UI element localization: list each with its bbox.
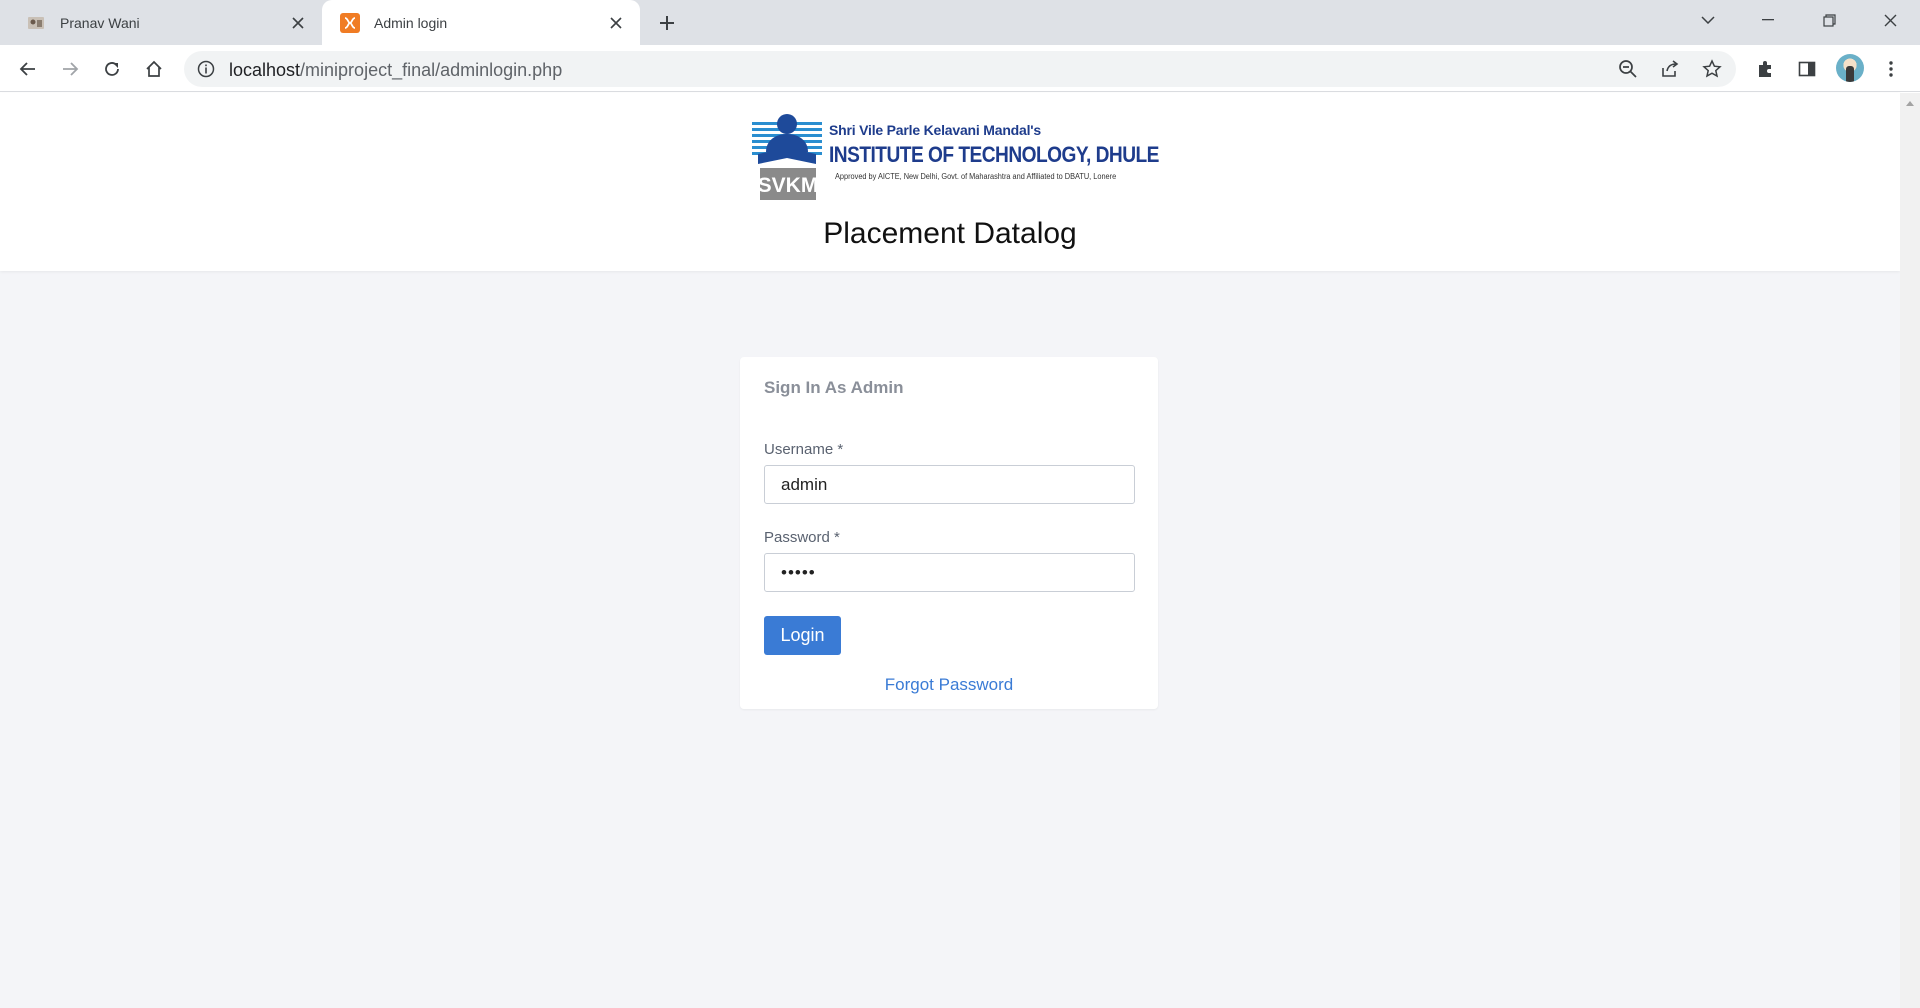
card-title: Sign In As Admin: [764, 378, 904, 397]
page-viewport: SVKM Shri Vile Parle Kelavani Mandal's I…: [0, 93, 1900, 1008]
zoom-icon[interactable]: [1617, 58, 1639, 80]
tab-strip: Pranav Wani Admin login: [0, 0, 1920, 45]
restore-icon[interactable]: [1801, 0, 1857, 40]
new-tab-icon[interactable]: [655, 11, 679, 35]
minimize-icon[interactable]: [1740, 0, 1796, 40]
tab-favicon-icon: [26, 13, 46, 33]
browser-toolbar: localhost/miniproject_final/adminlogin.p…: [0, 45, 1920, 92]
scroll-up-arrow-icon[interactable]: [1906, 101, 1914, 106]
close-tab-icon[interactable]: [288, 13, 308, 33]
vertical-scrollbar[interactable]: [1900, 93, 1920, 1008]
page-title: Placement Datalog: [823, 217, 1077, 250]
login-button[interactable]: Login: [764, 616, 841, 655]
password-label-text: Password: [764, 529, 830, 546]
admin-login-card: Sign In As Admin Username * admin Passwo…: [740, 357, 1158, 709]
side-panel-icon[interactable]: [1793, 55, 1821, 83]
org-name: Shri Vile Parle Kelavani Mandal's: [829, 122, 1042, 138]
institute-logo: SVKM Shri Vile Parle Kelavani Mandal's I…: [752, 106, 1159, 202]
tab-search-icon[interactable]: [1680, 0, 1736, 40]
profile-avatar[interactable]: [1836, 54, 1864, 82]
svkm-emblem-icon: SVKM: [752, 114, 822, 200]
extensions-icon[interactable]: [1751, 55, 1779, 83]
menu-kebab-icon[interactable]: [1877, 55, 1905, 83]
site-info-icon[interactable]: [196, 59, 216, 79]
address-bar[interactable]: localhost/miniproject_final/adminlogin.p…: [184, 51, 1736, 87]
forward-icon[interactable]: [56, 55, 84, 83]
url-path: /miniproject_final/adminlogin.php: [300, 60, 563, 80]
tab-title: Admin login: [374, 14, 448, 31]
required-mark: *: [834, 529, 840, 546]
username-label-text: Username: [764, 441, 834, 458]
forgot-password-link[interactable]: Forgot Password: [740, 675, 1158, 695]
tab-admin-login[interactable]: Admin login: [322, 0, 640, 45]
address-url: localhost/miniproject_final/adminlogin.p…: [229, 60, 562, 81]
username-label: Username *: [764, 441, 843, 458]
tab-pranav-wani[interactable]: Pranav Wani: [0, 0, 322, 45]
home-icon[interactable]: [140, 55, 168, 83]
approval-text: Approved by AICTE, New Delhi, Govt. of M…: [835, 172, 1117, 181]
back-icon[interactable]: [14, 55, 42, 83]
reload-icon[interactable]: [98, 55, 126, 83]
username-input[interactable]: admin: [764, 465, 1135, 504]
share-icon[interactable]: [1659, 58, 1681, 80]
password-label: Password *: [764, 529, 840, 546]
close-tab-icon[interactable]: [606, 13, 626, 33]
bookmark-star-icon[interactable]: [1701, 58, 1723, 80]
required-mark: *: [837, 441, 844, 458]
url-host: localhost: [229, 60, 301, 80]
password-input[interactable]: •••••: [764, 553, 1135, 592]
close-window-icon[interactable]: [1862, 0, 1918, 40]
institute-name: INSTITUTE OF TECHNOLOGY, DHULE: [829, 142, 1159, 167]
xampp-icon: [340, 12, 360, 33]
tab-title: Pranav Wani: [60, 14, 140, 31]
svg-text:SVKM: SVKM: [758, 174, 819, 197]
page-header: SVKM Shri Vile Parle Kelavani Mandal's I…: [0, 93, 1900, 271]
